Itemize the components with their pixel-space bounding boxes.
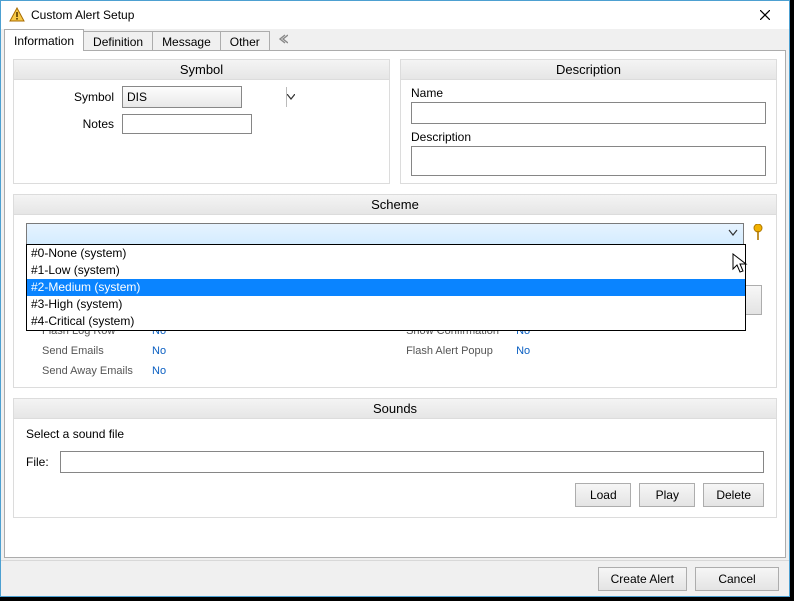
tab-information[interactable]: Information	[4, 29, 84, 51]
close-icon	[760, 10, 770, 20]
scheme-option[interactable]: #4-Critical (system)	[27, 313, 745, 330]
tab-overflow-arrow-icon[interactable]	[271, 29, 295, 51]
sound-file-input[interactable]	[60, 451, 764, 473]
content-area: Information Definition Message Other Sym…	[1, 29, 789, 596]
symbol-panel-title: Symbol	[14, 60, 389, 80]
play-button[interactable]: Play	[639, 483, 695, 507]
tabpage-information: Symbol Symbol Notes	[4, 50, 786, 558]
dialog-window: Custom Alert Setup Information Definitio…	[0, 0, 790, 597]
scheme-option[interactable]: #3-High (system)	[27, 296, 745, 313]
tab-message[interactable]: Message	[152, 31, 221, 52]
scheme-combobox[interactable]	[26, 223, 744, 245]
scheme-panel: Scheme	[13, 194, 777, 388]
notes-label: Notes	[22, 117, 122, 131]
symbol-combobox[interactable]	[122, 86, 242, 108]
titlebar: Custom Alert Setup	[1, 1, 789, 29]
symbol-dropdown-button[interactable]	[286, 87, 295, 107]
scheme-option[interactable]: #2-Medium (system)	[27, 279, 745, 296]
window-title: Custom Alert Setup	[31, 8, 745, 22]
prop-value: No	[152, 345, 166, 357]
name-input[interactable]	[411, 102, 766, 124]
cancel-button[interactable]: Cancel	[695, 567, 779, 591]
prop-value: No	[152, 365, 166, 377]
chevron-down-icon	[287, 94, 295, 100]
symbol-label: Symbol	[22, 90, 122, 104]
close-button[interactable]	[745, 4, 785, 26]
scheme-prop: Send Emails No	[42, 345, 166, 357]
prop-value: No	[516, 345, 530, 357]
scheme-dropdown-list[interactable]: #0-None (system) #1-Low (system) #2-Medi…	[26, 244, 746, 331]
description-input[interactable]	[411, 146, 766, 176]
notes-input[interactable]	[122, 114, 252, 134]
prop-label: Send Emails	[42, 345, 152, 357]
warning-icon	[9, 7, 25, 23]
description-panel: Description Name Description	[400, 59, 777, 184]
tab-other[interactable]: Other	[220, 31, 270, 52]
scheme-option[interactable]: #0-None (system)	[27, 245, 745, 262]
delete-button[interactable]: Delete	[703, 483, 764, 507]
symbol-input[interactable]	[123, 87, 286, 107]
file-label: File:	[26, 455, 54, 469]
dialog-footer: Create Alert Cancel	[1, 560, 789, 596]
chevron-down-icon	[725, 226, 741, 240]
sounds-select-label: Select a sound file	[26, 427, 764, 441]
tab-definition[interactable]: Definition	[83, 31, 153, 52]
tabstrip: Information Definition Message Other	[1, 29, 789, 51]
prop-label: Flash Alert Popup	[406, 345, 516, 357]
load-button[interactable]: Load	[575, 483, 631, 507]
description-panel-title: Description	[401, 60, 776, 80]
sounds-panel-title: Sounds	[14, 399, 776, 419]
description-label: Description	[411, 130, 766, 144]
prop-label: Send Away Emails	[42, 365, 152, 377]
name-label: Name	[411, 86, 766, 100]
sounds-panel: Sounds Select a sound file File: Load Pl…	[13, 398, 777, 518]
pin-icon[interactable]	[752, 224, 764, 245]
scheme-prop: Send Away Emails No	[42, 365, 166, 377]
scheme-prop: Flash Alert Popup No	[406, 345, 530, 357]
symbol-panel: Symbol Symbol Notes	[13, 59, 390, 184]
create-alert-button[interactable]: Create Alert	[598, 567, 687, 591]
scheme-panel-title: Scheme	[14, 195, 776, 215]
scheme-option[interactable]: #1-Low (system)	[27, 262, 745, 279]
